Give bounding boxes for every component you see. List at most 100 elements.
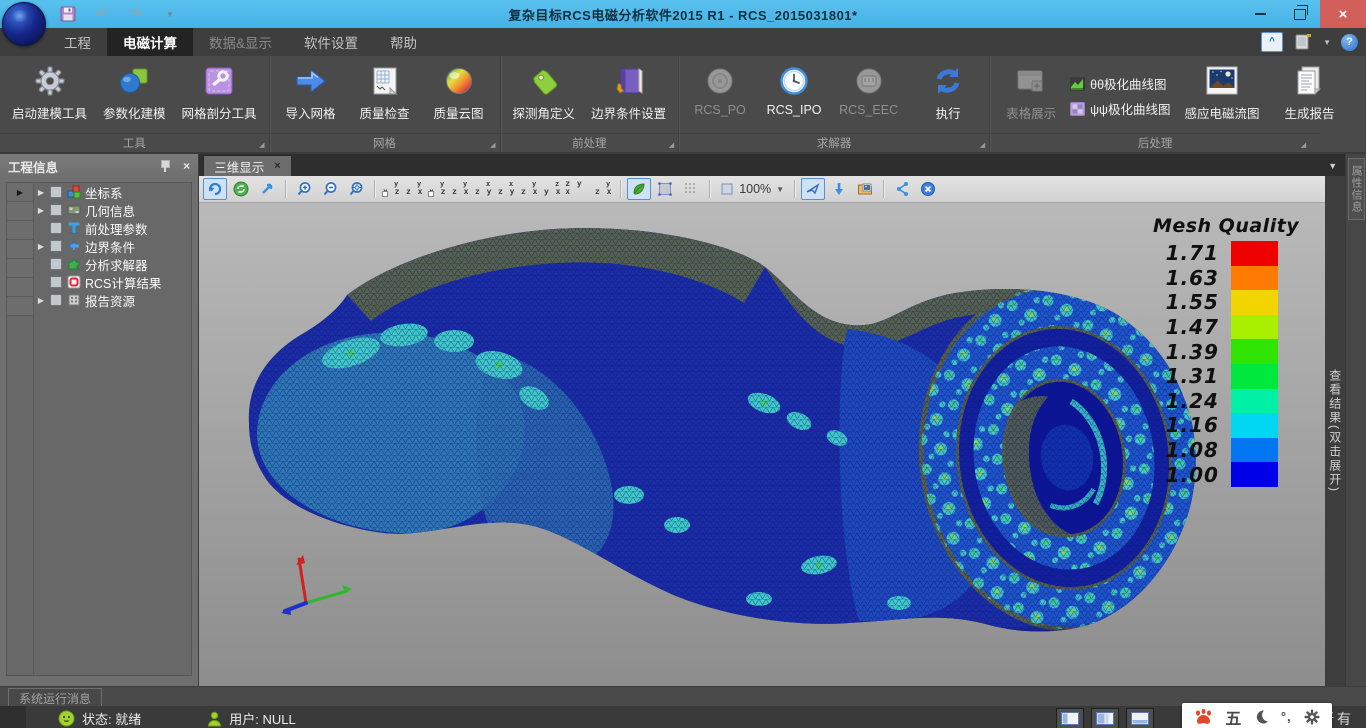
view-iso2-button[interactable]: zy x bbox=[542, 179, 563, 199]
view-xz-button[interactable]: yx z bbox=[381, 179, 402, 199]
boundary-condition-settings-button[interactable]: 边界条件设置 bbox=[583, 60, 674, 124]
dialog-launcher-icon[interactable]: ◢ bbox=[669, 142, 674, 149]
close-button[interactable]: × bbox=[1320, 0, 1366, 28]
tree-item-analysis-solver[interactable]: 分析求解器 bbox=[34, 255, 191, 273]
zoom-level-select[interactable]: 100% ▼ bbox=[716, 182, 788, 196]
legend-swatch bbox=[1231, 389, 1278, 414]
solver-rcs-ipo-button[interactable]: RCS_IPO bbox=[757, 60, 831, 119]
expander-icon[interactable]: ▶ bbox=[36, 242, 46, 251]
psi-polarization-curve-button[interactable]: ψψ极化曲线图 bbox=[1070, 99, 1170, 118]
diagonal-arrow-icon bbox=[259, 181, 275, 197]
dialog-launcher-icon[interactable]: ◢ bbox=[980, 142, 985, 149]
quality-check-button[interactable]: 质量检查 bbox=[348, 60, 422, 124]
generate-report-button[interactable]: 生成报告 bbox=[1272, 60, 1346, 124]
expander-icon[interactable]: ▶ bbox=[36, 188, 46, 197]
view-xz2-button[interactable]: yx z bbox=[427, 179, 448, 199]
quality-cloud-map-button[interactable]: 质量云图 bbox=[422, 60, 496, 124]
view-zy-button[interactable]: xz y bbox=[473, 179, 494, 199]
view-iso3-button[interactable]: z y x bbox=[565, 179, 591, 199]
refresh-view-button[interactable] bbox=[229, 178, 253, 200]
dialog-launcher-icon[interactable]: ◢ bbox=[259, 142, 264, 149]
dialog-launcher-icon[interactable]: ◢ bbox=[1301, 142, 1306, 149]
tree-item-geometry-info[interactable]: ▶ 几何信息 bbox=[34, 201, 191, 219]
view-zy2-button[interactable]: xz y bbox=[496, 179, 517, 199]
tree-item-coordinate-system[interactable]: ▶ 坐标系 bbox=[34, 183, 191, 201]
checkbox[interactable] bbox=[50, 204, 62, 216]
import-mesh-button[interactable]: 导入网格 bbox=[274, 60, 348, 124]
checkbox[interactable] bbox=[50, 240, 62, 252]
close-view-button[interactable] bbox=[916, 178, 940, 200]
view-iso1-button[interactable]: yz x bbox=[519, 179, 540, 199]
tab-3d-display[interactable]: 三维显示 × bbox=[203, 155, 291, 176]
group-label-solver: 求解器 bbox=[817, 135, 852, 151]
checkbox[interactable] bbox=[50, 186, 62, 198]
properties-collapsed-tab[interactable]: 属性信息 bbox=[1348, 158, 1365, 220]
zoom-out-button[interactable] bbox=[318, 178, 342, 200]
execute-button[interactable]: 执行 bbox=[911, 60, 985, 124]
collapse-ribbon-button[interactable]: ^ bbox=[1261, 32, 1283, 52]
shaded-display-button[interactable] bbox=[627, 178, 651, 200]
help-button[interactable]: ? bbox=[1341, 34, 1358, 51]
tab-list-dropdown-icon[interactable]: ▼ bbox=[1328, 161, 1337, 171]
solver-rcs-eec-button[interactable]: RCS_EEC bbox=[831, 60, 906, 119]
checkbox[interactable] bbox=[50, 294, 62, 306]
theta-polarization-curve-button[interactable]: θθ极化曲线图 bbox=[1070, 74, 1170, 93]
induced-current-map-button[interactable]: 感应电磁流图 bbox=[1176, 60, 1267, 124]
view-zx-button[interactable]: yz x bbox=[404, 179, 425, 199]
tab-close-icon[interactable]: × bbox=[274, 160, 280, 172]
3d-viewport[interactable]: Mesh Quality 1.71 1.63 1.55 1.47 1.39 1.… bbox=[199, 203, 1325, 686]
layout-left-panel-button[interactable] bbox=[1056, 708, 1084, 728]
app-logo[interactable] bbox=[2, 2, 46, 46]
rotate-view-button[interactable] bbox=[203, 178, 227, 200]
ribbon-group-solver: RCS_PO RCS_IPO RCS_EEC 执行 求解器 ◢ bbox=[679, 56, 990, 152]
checkbox[interactable] bbox=[50, 276, 62, 288]
minimize-button[interactable] bbox=[1240, 0, 1280, 28]
drop-down-view-button[interactable] bbox=[827, 178, 851, 200]
restore-button[interactable] bbox=[1280, 0, 1320, 28]
tab-data-display[interactable]: 数据&显示 bbox=[193, 28, 288, 56]
layout-bottom-panel-button[interactable] bbox=[1126, 708, 1154, 728]
ime-settings-gear-icon[interactable] bbox=[1304, 709, 1320, 725]
results-collapsed-tab[interactable]: 查看结果(双击展开) bbox=[1325, 176, 1345, 686]
legend-row: 1.24 bbox=[1153, 389, 1299, 414]
checkbox[interactable] bbox=[50, 222, 62, 234]
ime-toolbar[interactable]: 五 °, bbox=[1182, 703, 1332, 728]
tab-help[interactable]: 帮助 bbox=[374, 28, 433, 56]
panel-close-icon[interactable]: × bbox=[183, 159, 190, 173]
share-view-button[interactable] bbox=[890, 178, 914, 200]
display-style-caret-icon[interactable]: ▼ bbox=[1323, 38, 1331, 47]
mesh-partition-tool-button[interactable]: 网格剖分工具 bbox=[174, 60, 265, 124]
tree-item-boundary-conditions[interactable]: ▶ 边界条件 bbox=[34, 237, 191, 255]
fly-mode-button[interactable] bbox=[801, 178, 825, 200]
view-zx2-button[interactable]: yz x bbox=[450, 179, 471, 199]
legend-row: 1.08 bbox=[1153, 438, 1299, 463]
snapshot-button[interactable] bbox=[853, 178, 877, 200]
expander-icon[interactable]: ▶ bbox=[36, 296, 46, 305]
tree-item-preprocess-params[interactable]: 前处理参数 bbox=[34, 219, 191, 237]
ime-wubi-label[interactable]: 五 bbox=[1225, 705, 1241, 728]
table-display-button[interactable]: 表格展示 bbox=[994, 60, 1068, 124]
tree-item-rcs-results[interactable]: RCS计算结果 bbox=[34, 273, 191, 291]
zoom-in-button[interactable] bbox=[292, 178, 316, 200]
tab-settings[interactable]: 软件设置 bbox=[288, 28, 374, 56]
pan-view-button[interactable] bbox=[255, 178, 279, 200]
tree-item-report-resources[interactable]: ▶ 报告资源 bbox=[34, 291, 191, 309]
zoom-extents-button[interactable] bbox=[344, 178, 368, 200]
flat-display-button[interactable] bbox=[653, 178, 677, 200]
tab-em-compute[interactable]: 电磁计算 bbox=[107, 28, 193, 56]
ime-punctuation-label[interactable]: °, bbox=[1281, 709, 1292, 724]
parametric-modeling-button[interactable]: 参数化建模 bbox=[95, 60, 174, 124]
layout-split-button[interactable] bbox=[1091, 708, 1119, 728]
dialog-launcher-icon[interactable]: ◢ bbox=[490, 142, 495, 149]
pin-icon[interactable] bbox=[159, 159, 171, 173]
probe-angle-define-button[interactable]: 探测角定义 bbox=[505, 60, 584, 124]
wireframe-display-button[interactable] bbox=[679, 178, 703, 200]
view-iso4-button[interactable]: yz x bbox=[593, 179, 614, 199]
launch-modeling-tool-button[interactable]: 启动建模工具 bbox=[4, 60, 95, 124]
ime-moon-icon[interactable] bbox=[1254, 709, 1269, 724]
solver-rcs-po-button[interactable]: RCS_PO bbox=[683, 60, 757, 119]
expander-icon[interactable]: ▶ bbox=[36, 206, 46, 215]
display-style-button[interactable] bbox=[1293, 33, 1313, 51]
tab-project[interactable]: 工程 bbox=[48, 28, 107, 56]
checkbox[interactable] bbox=[50, 258, 62, 270]
